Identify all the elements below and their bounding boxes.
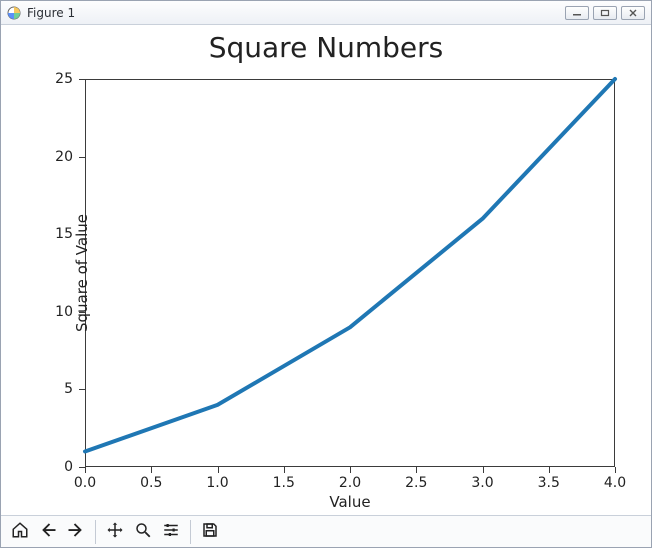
toolbar-group-nav [7, 520, 96, 544]
xtick-label: 0.0 [74, 475, 96, 491]
xtick-label: 1.5 [273, 475, 295, 491]
zoom-button[interactable] [130, 520, 156, 544]
zoom-icon [134, 521, 152, 543]
xtick [483, 467, 484, 473]
line-series [85, 79, 615, 467]
move-icon [106, 521, 124, 543]
figure-window: Figure 1 Square Numbers 0 5 10 1 [0, 0, 652, 548]
xtick [284, 467, 285, 473]
xtick [615, 467, 616, 473]
home-button[interactable] [7, 520, 33, 544]
window-controls [565, 6, 645, 20]
xtick [549, 467, 550, 473]
save-icon [201, 521, 219, 543]
ytick-label: 5 [64, 381, 73, 397]
titlebar: Figure 1 [1, 1, 651, 25]
back-button[interactable] [35, 520, 61, 544]
ytick-label: 0 [64, 459, 73, 475]
xtick-label: 4.0 [604, 475, 626, 491]
ytick-label: 25 [55, 71, 73, 87]
plot-area: 0 5 10 15 20 25 0.0 0.5 1.0 1.5 2.0 2.5 [85, 79, 615, 467]
xtick [218, 467, 219, 473]
maximize-button[interactable] [593, 6, 617, 20]
xtick-label: 2.0 [339, 475, 361, 491]
xtick [151, 467, 152, 473]
window-title: Figure 1 [27, 6, 75, 20]
x-axis-label: Value [85, 493, 615, 511]
chart-title: Square Numbers [1, 31, 651, 64]
minimize-button[interactable] [565, 6, 589, 20]
home-icon [11, 521, 29, 543]
save-button[interactable] [197, 520, 223, 544]
xtick [416, 467, 417, 473]
ytick-label: 10 [55, 304, 73, 320]
sliders-icon [162, 521, 180, 543]
close-button[interactable] [621, 6, 645, 20]
figure-canvas[interactable]: Square Numbers 0 5 10 15 20 25 0.0 0.5 1… [1, 25, 651, 515]
xtick-label: 3.0 [471, 475, 493, 491]
xtick-label: 3.5 [538, 475, 560, 491]
pan-button[interactable] [102, 520, 128, 544]
ytick-label: 15 [55, 226, 73, 242]
ytick-label: 20 [55, 149, 73, 165]
xtick [85, 467, 86, 473]
xtick-label: 0.5 [140, 475, 162, 491]
xtick [350, 467, 351, 473]
arrow-left-icon [39, 521, 57, 543]
toolbar-group-io [197, 520, 229, 544]
app-icon [7, 6, 21, 20]
toolbar-group-view [102, 520, 191, 544]
xtick-label: 1.0 [206, 475, 228, 491]
matplotlib-toolbar [1, 515, 651, 547]
forward-button[interactable] [63, 520, 89, 544]
configure-button[interactable] [158, 520, 184, 544]
xtick-label: 2.5 [405, 475, 427, 491]
arrow-right-icon [67, 521, 85, 543]
